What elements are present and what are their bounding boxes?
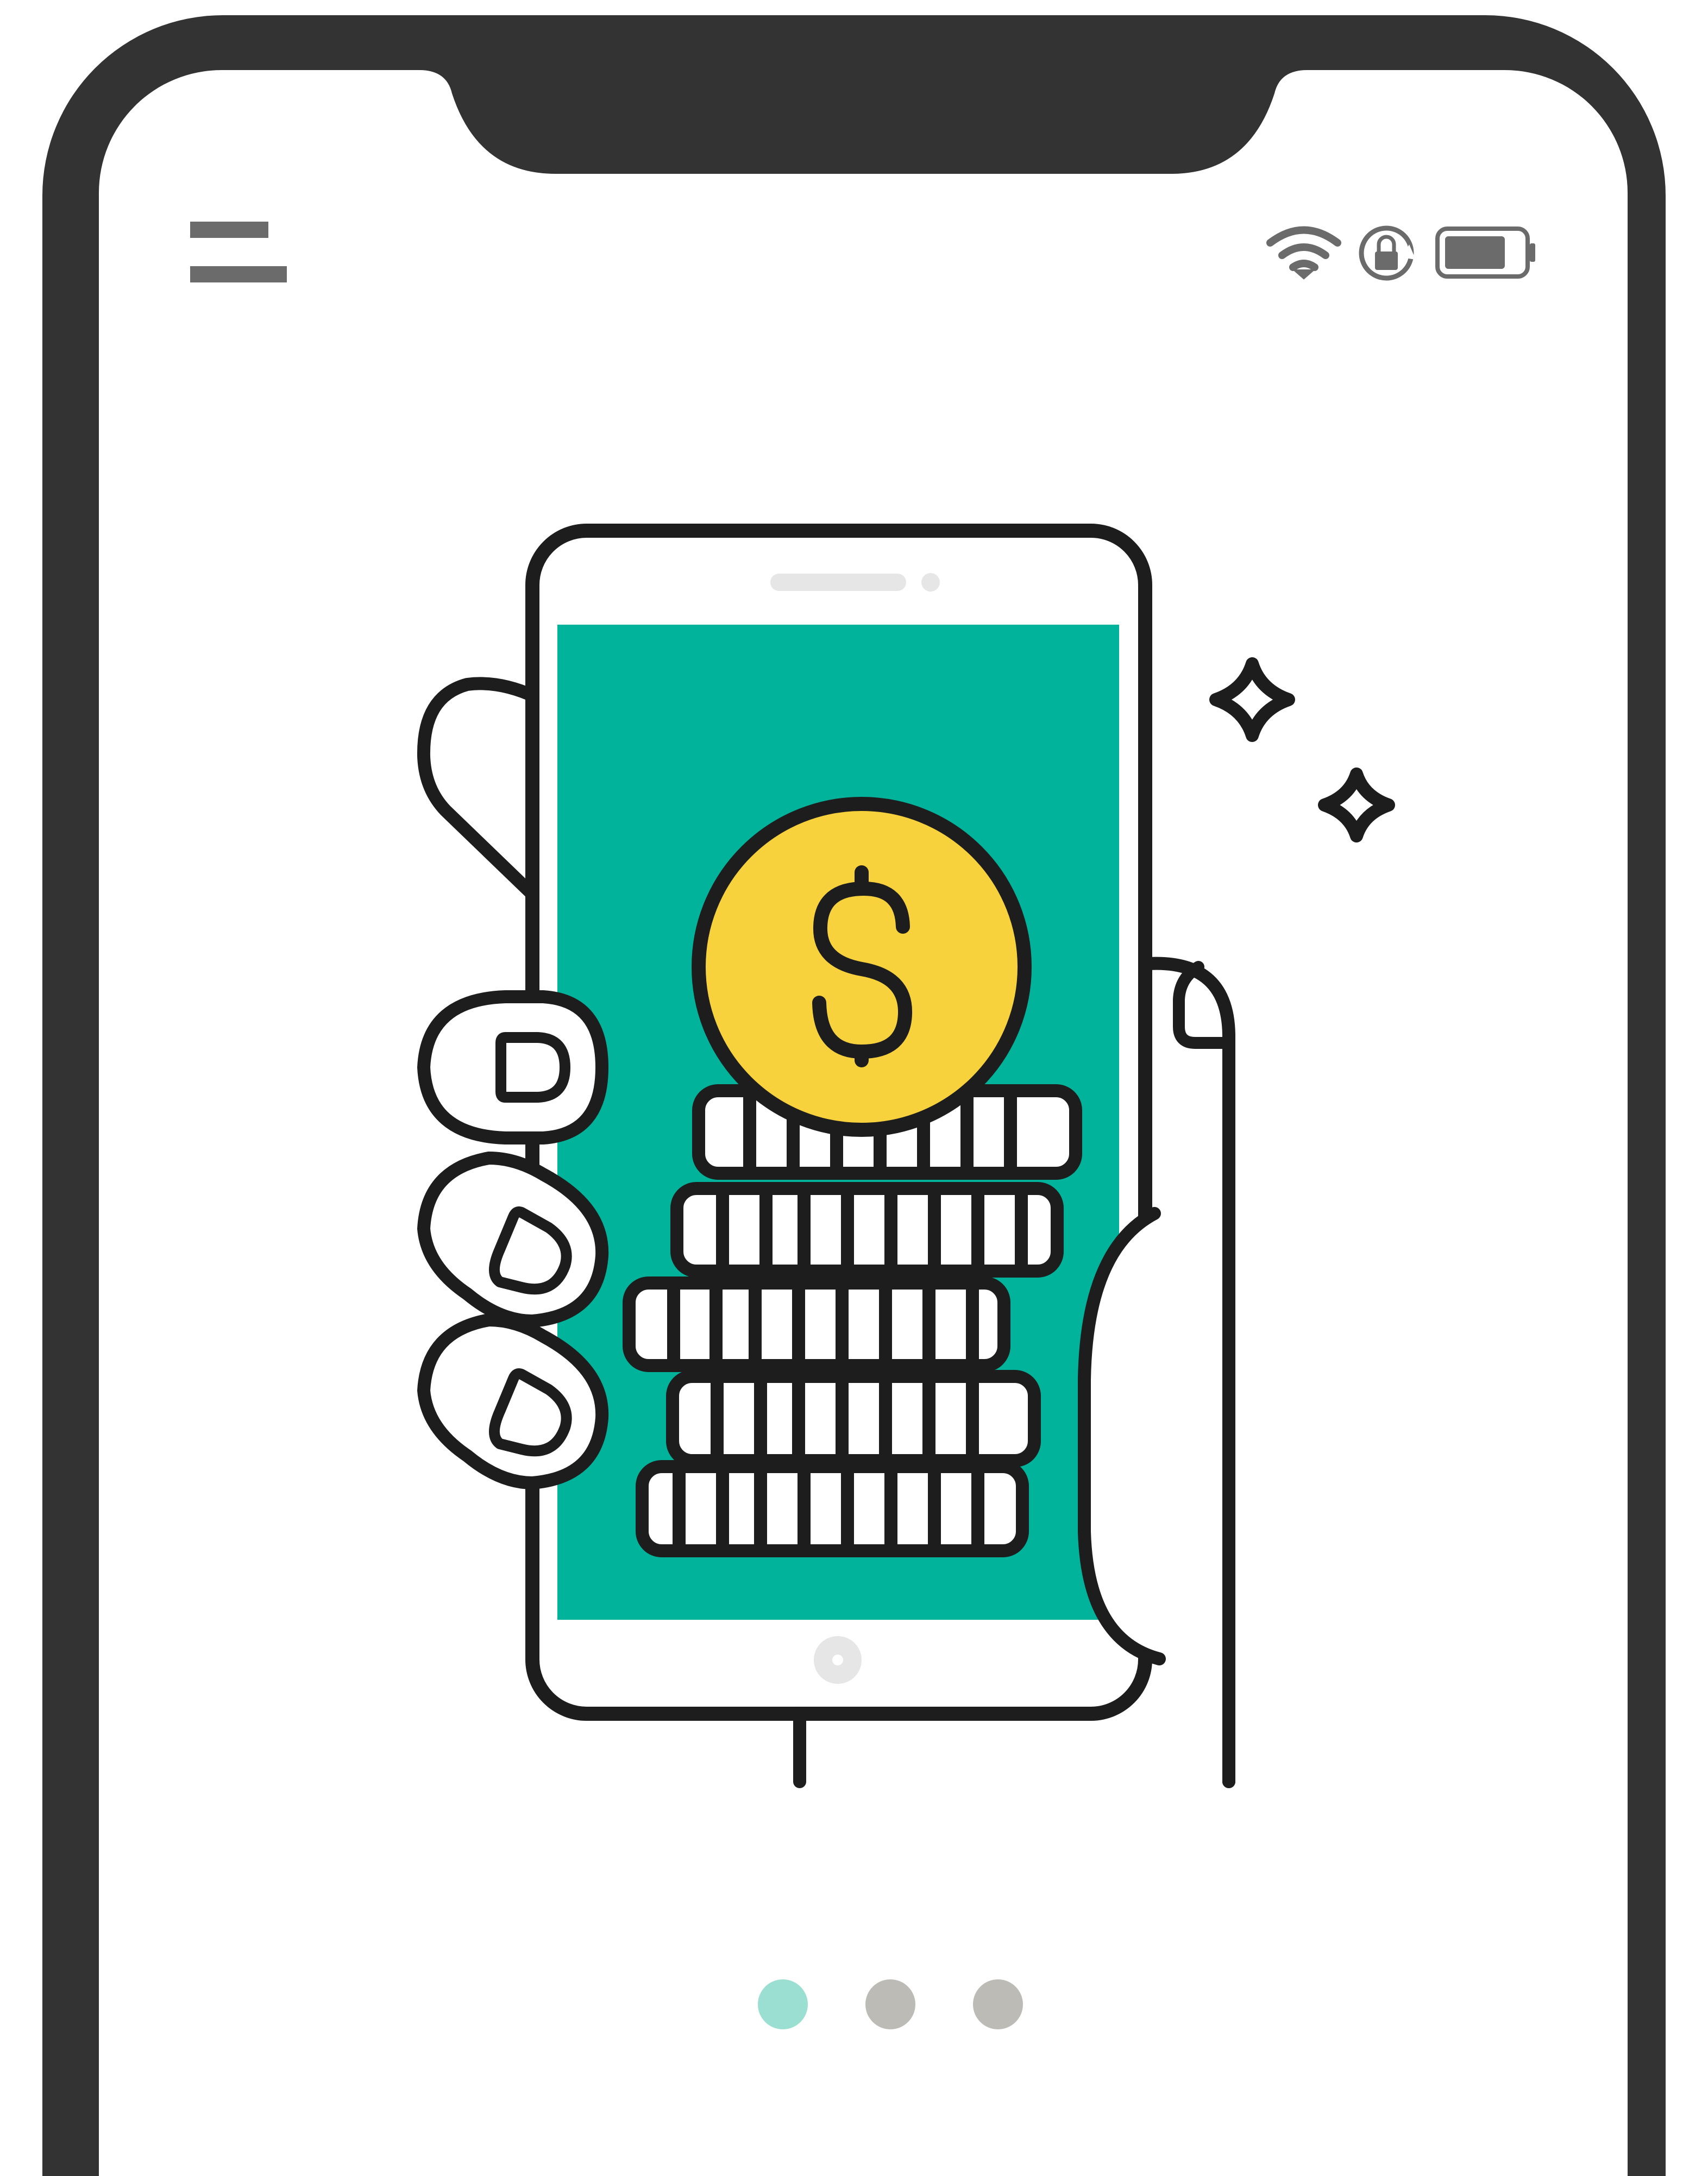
menu-button[interactable]	[179, 211, 299, 292]
phone-mockup	[0, 0, 1708, 2176]
interaction-overlay	[0, 0, 1708, 2176]
